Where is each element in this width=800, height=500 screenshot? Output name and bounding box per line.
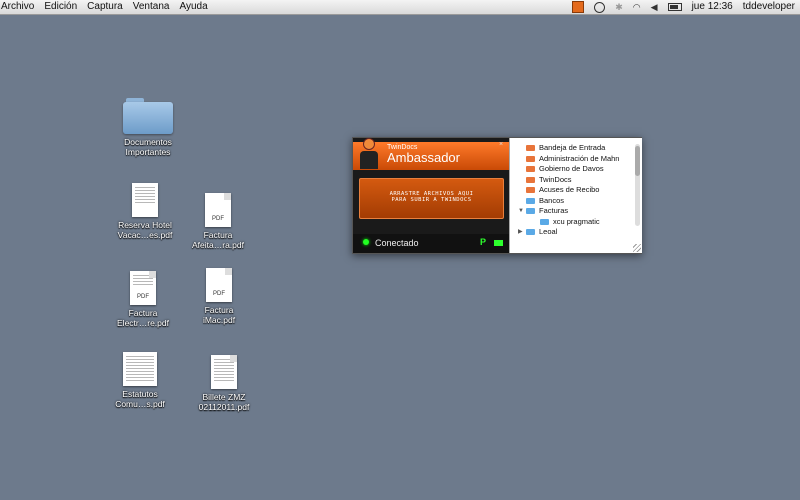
battery-icon <box>667 3 682 11</box>
icon-label-line1: Estatutos <box>122 389 158 399</box>
icon-label-line2: Vacac…es.pdf <box>117 230 173 240</box>
folder-icon <box>540 218 549 225</box>
folder-icon <box>526 197 535 204</box>
menu-captura[interactable]: Captura <box>82 0 128 14</box>
menu-ayuda[interactable]: Ayuda <box>174 0 212 14</box>
disclosure-triangle-icon[interactable]: ▶ <box>518 227 526 238</box>
twindocs-ambassador-window: TwinDocs Ambassador × ARRASTRE ARCHIVOS … <box>352 137 642 254</box>
pdf-file-icon: PDF <box>130 271 156 305</box>
tree-folder-label: TwinDocs <box>539 174 572 184</box>
tree-folder-label: xcu pragmatic <box>553 216 600 226</box>
volume-icon[interactable]: ◀ <box>651 0 658 14</box>
tree-folder-item[interactable]: Gobierno de Davos <box>510 164 634 175</box>
menubar-clock[interactable]: jue 12:36 <box>692 0 733 14</box>
tree-folder-item[interactable]: Bancos <box>510 196 634 207</box>
icon-label-line2: Electr…re.pdf <box>117 318 169 328</box>
icon-label-line2: iMac.pdf <box>202 315 236 325</box>
ambassador-mascot-icon <box>359 138 379 170</box>
pdf-file-icon <box>211 355 237 389</box>
p-button[interactable]: P <box>480 237 486 247</box>
tree-folder-label: Leoal <box>539 227 558 237</box>
icon-label-line2: 02112011.pdf <box>198 402 250 412</box>
tree-folder-label: Gobierno de Davos <box>539 164 604 173</box>
icon-label-line1: Reserva Hotel <box>118 220 172 230</box>
connection-status-text: Conectado <box>375 238 419 248</box>
tree-folder-item[interactable]: Acuses de Recibo <box>510 185 634 196</box>
pdf-file-icon: PDF <box>206 268 232 302</box>
desktop-icon-factura-electricidad[interactable]: PDF Factura Electr…re.pdf <box>103 271 183 328</box>
tree-folder-label: Facturas <box>539 206 569 216</box>
folder-icon <box>526 166 535 173</box>
pdf-file-icon: PDF <box>205 193 231 227</box>
folder-tree: Bandeja de Entrada Administración de Mahn… <box>510 143 634 238</box>
tree-folder-item[interactable]: Administración de Mahn <box>510 154 634 165</box>
tree-folder-label: Acuses de Recibo <box>539 185 600 194</box>
app-menus: Archivo Edición Captura Ventana Ayuda <box>0 0 213 14</box>
tree-folder-item[interactable]: TwinDocs <box>510 175 634 186</box>
time-machine-icon <box>594 1 606 13</box>
desktop-icon-factura-afeitadora[interactable]: PDF Factura Afeita…ra.pdf <box>178 193 258 250</box>
wifi-icon[interactable]: ◠ <box>633 0 641 14</box>
desktop-icon-estatutos[interactable]: Estatutos Comu…s.pdf <box>100 352 180 409</box>
tree-folder-item[interactable]: xcu pragmatic <box>510 217 634 228</box>
folder-icon <box>526 187 535 194</box>
tree-scrollbar[interactable] <box>635 144 640 226</box>
time-machine-item[interactable] <box>594 0 606 14</box>
icon-label-line1: Factura <box>128 308 158 318</box>
tree-folder-item[interactable]: Bandeja de Entrada <box>510 143 634 154</box>
twindocs-icon <box>572 1 585 13</box>
desktop-icon-factura-imac[interactable]: PDF Factura iMac.pdf <box>179 268 259 325</box>
folder-icon <box>526 229 535 236</box>
desktop-icon-billete-zmz[interactable]: Billete ZMZ 02112011.pdf <box>184 355 264 412</box>
bluetooth-icon[interactable]: ✱ <box>615 0 623 14</box>
folder-icon <box>123 98 173 134</box>
icon-label-line1: Factura <box>203 230 233 240</box>
widget-title: Ambassador <box>387 150 460 165</box>
menu-bar: Archivo Edición Captura Ventana Ayuda ✱ … <box>0 0 800 15</box>
folder-icon <box>526 176 535 183</box>
status-menus: ✱ ◠ ◀ jue 12:36 tddeveloper <box>567 0 800 14</box>
close-icon[interactable]: × <box>499 141 503 148</box>
folder-button-icon[interactable] <box>494 240 503 246</box>
disclosure-triangle-icon[interactable]: ▼ <box>518 206 526 217</box>
icon-label-line1: Documentos <box>124 137 172 147</box>
desktop-icon-documentos[interactable]: Documentos Importantes <box>108 98 188 157</box>
drop-zone[interactable]: ARRASTRE ARCHIVOS AQUI PARA SUBIR A TWIN… <box>359 178 504 219</box>
connection-status-icon <box>363 239 369 245</box>
icon-label-line1: Factura <box>204 305 234 315</box>
menu-edicion[interactable]: Edición <box>39 0 82 14</box>
folder-icon <box>526 155 535 162</box>
tree-folder-label: Bandeja de Entrada <box>539 143 606 152</box>
icon-label-line2: Afeita…ra.pdf <box>192 240 244 250</box>
battery-item[interactable] <box>667 0 682 14</box>
menu-ventana[interactable]: Ventana <box>128 0 175 14</box>
tree-folder-item[interactable]: ▼ Facturas <box>510 206 634 217</box>
tree-folder-label: Bancos <box>539 195 565 205</box>
folder-icon <box>526 208 535 215</box>
scrollbar-thumb[interactable] <box>635 146 640 176</box>
tree-folder-item[interactable]: ▶ Leoal <box>510 227 634 238</box>
icon-label-line2: Comu…s.pdf <box>115 399 165 409</box>
folder-icon <box>526 145 535 152</box>
desktop-icon-reserva-hotel[interactable]: Reserva Hotel Vacac…es.pdf <box>105 183 185 240</box>
pdf-file-icon <box>123 352 157 386</box>
drop-zone-line2: PARA SUBIR A TWINDOCS <box>391 197 472 203</box>
tree-folder-label: Administración de Mahn <box>539 153 620 163</box>
icon-label-line2: Importantes <box>125 147 171 157</box>
pdf-file-icon <box>132 183 158 217</box>
menubar-user[interactable]: tddeveloper <box>743 0 795 14</box>
menu-archivo[interactable]: Archivo <box>0 0 39 14</box>
ambassador-panel: TwinDocs Ambassador × ARRASTRE ARCHIVOS … <box>353 138 509 253</box>
folder-tree-panel: Bandeja de Entrada Administración de Mahn… <box>509 138 642 253</box>
resize-handle[interactable] <box>633 244 641 252</box>
icon-label-line1: Billete ZMZ <box>202 392 246 402</box>
twindocs-status-item[interactable] <box>572 0 585 14</box>
